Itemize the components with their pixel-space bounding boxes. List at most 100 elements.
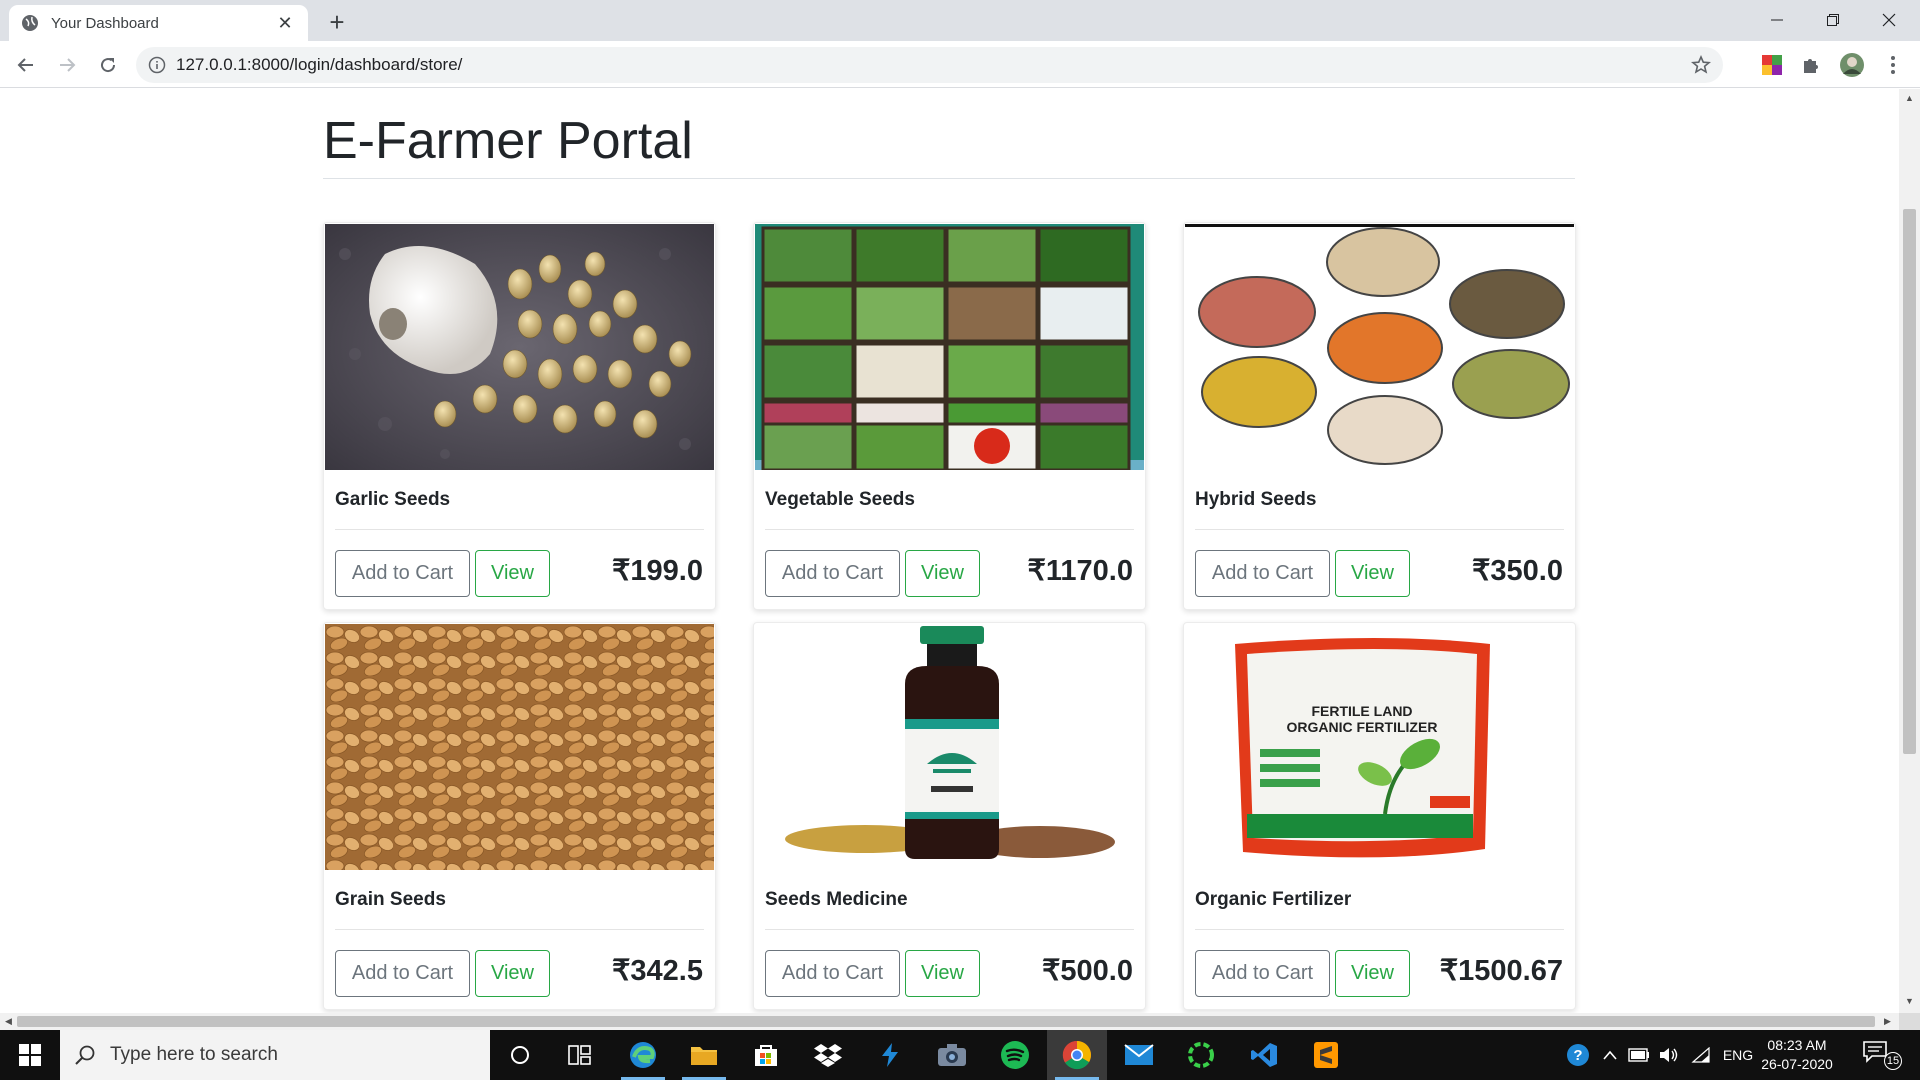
cortana-icon[interactable]: [490, 1030, 550, 1080]
volume-icon[interactable]: [1656, 1030, 1682, 1080]
close-tab-icon[interactable]: ✕: [274, 12, 296, 34]
chrome-icon[interactable]: [1047, 1030, 1107, 1080]
scroll-right-arrow-icon[interactable]: ▶: [1884, 1016, 1891, 1027]
ring-app-icon[interactable]: [1171, 1030, 1231, 1080]
product-price: ₹1170.0: [1027, 555, 1133, 587]
reload-icon[interactable]: [91, 48, 125, 82]
card-divider: [765, 529, 1134, 530]
profile-avatar[interactable]: [1838, 51, 1866, 79]
card-divider: [1195, 929, 1564, 930]
search-placeholder: Type here to search: [110, 1044, 278, 1065]
task-view-icon[interactable]: [550, 1030, 610, 1080]
product-name: Vegetable Seeds: [765, 489, 915, 510]
product-name: Garlic Seeds: [335, 489, 451, 510]
globe-icon: [21, 14, 39, 32]
page-viewport: E-Farmer Portal Garlic Seeds Add to Cart…: [0, 89, 1899, 1013]
visual-studio-icon[interactable]: [860, 1030, 920, 1080]
vscode-icon[interactable]: [1234, 1030, 1294, 1080]
dropbox-icon[interactable]: [798, 1030, 858, 1080]
product-price: ₹1500.67: [1439, 955, 1563, 987]
horizontal-scrollbar[interactable]: ◀ ▶: [0, 1013, 1899, 1030]
minimize-button[interactable]: [1749, 0, 1805, 40]
file-explorer-icon[interactable]: [674, 1030, 734, 1080]
back-arrow-icon[interactable]: [9, 48, 43, 82]
vertical-scroll-thumb[interactable]: [1903, 209, 1916, 754]
windows-start-icon[interactable]: [0, 1030, 60, 1080]
scroll-left-arrow-icon[interactable]: ◀: [5, 1016, 12, 1027]
kebab-menu-icon[interactable]: [1879, 51, 1907, 79]
add-to-cart-button[interactable]: Add to Cart: [335, 950, 470, 997]
scroll-down-arrow-icon[interactable]: ▼: [1904, 996, 1915, 1007]
clock-date: 26-07-2020: [1761, 1056, 1833, 1072]
taskbar-clock[interactable]: 08:23 AM 26-07-2020: [1752, 1036, 1842, 1074]
product-card: Vegetable Seeds Add to Cart View ₹1170.0: [753, 222, 1146, 610]
product-name: Seeds Medicine: [765, 889, 908, 910]
organic-fertilizer-image: FERTILE LAND ORGANIC FERTILIZER: [1185, 624, 1574, 870]
page-title: E-Farmer Portal: [323, 112, 693, 170]
mail-icon[interactable]: [1109, 1030, 1169, 1080]
product-card: Seeds Medicine Add to Cart View ₹500.0: [753, 622, 1146, 1010]
battery-icon[interactable]: [1626, 1030, 1652, 1080]
hybrid-seeds-image: [1185, 224, 1574, 470]
taskbar-search-box[interactable]: Type here to search: [60, 1030, 490, 1080]
product-price: ₹350.0: [1471, 555, 1563, 587]
vegetable-seeds-image: [755, 224, 1144, 470]
svg-text:?: ?: [1573, 1047, 1582, 1064]
notification-count-badge: 15: [1884, 1052, 1902, 1070]
extensions-puzzle-icon[interactable]: [1797, 51, 1825, 79]
horizontal-scroll-thumb[interactable]: [17, 1016, 1875, 1027]
product-name: Hybrid Seeds: [1195, 489, 1317, 510]
view-button[interactable]: View: [1335, 550, 1410, 597]
scroll-up-arrow-icon[interactable]: ▲: [1904, 93, 1915, 104]
help-icon[interactable]: ?: [1560, 1030, 1596, 1080]
info-icon[interactable]: [148, 56, 166, 74]
sublime-text-icon[interactable]: [1296, 1030, 1356, 1080]
edge-icon[interactable]: [613, 1030, 673, 1080]
extension-colorful-icon[interactable]: [1758, 51, 1786, 79]
add-to-cart-button[interactable]: Add to Cart: [1195, 550, 1330, 597]
browser-toolbar: 127.0.0.1:8000/login/dashboard/store/: [0, 41, 1920, 88]
view-button[interactable]: View: [905, 950, 980, 997]
product-card: Grain Seeds Add to Cart View ₹342.5: [323, 622, 716, 1010]
garlic-seeds-image: [325, 224, 714, 470]
seeds-medicine-image: [755, 624, 1144, 870]
windows-taskbar: Type here to search ? ENG 08:23 AM 26-07…: [0, 1030, 1920, 1080]
search-icon: [74, 1044, 96, 1066]
address-bar[interactable]: 127.0.0.1:8000/login/dashboard/store/: [136, 47, 1723, 83]
product-price: ₹500.0: [1041, 955, 1133, 987]
new-tab-button[interactable]: +: [322, 7, 352, 37]
add-to-cart-button[interactable]: Add to Cart: [1195, 950, 1330, 997]
restore-button[interactable]: [1805, 0, 1861, 40]
view-button[interactable]: View: [1335, 950, 1410, 997]
add-to-cart-button[interactable]: Add to Cart: [765, 550, 900, 597]
add-to-cart-button[interactable]: Add to Cart: [765, 950, 900, 997]
close-window-button[interactable]: [1861, 0, 1917, 40]
url-text[interactable]: 127.0.0.1:8000/login/dashboard/store/: [176, 55, 1687, 75]
add-to-cart-button[interactable]: Add to Cart: [335, 550, 470, 597]
grain-seeds-image: [325, 624, 714, 870]
vertical-scrollbar[interactable]: ▲ ▼: [1899, 89, 1920, 1013]
browser-tab[interactable]: Your Dashboard ✕: [9, 5, 308, 41]
forward-arrow-icon[interactable]: [50, 48, 84, 82]
view-button[interactable]: View: [905, 550, 980, 597]
bookmark-star-icon[interactable]: [1687, 51, 1715, 79]
view-button[interactable]: View: [475, 950, 550, 997]
card-divider: [765, 929, 1134, 930]
wifi-icon[interactable]: [1688, 1030, 1714, 1080]
title-divider: [323, 178, 1575, 179]
product-card: Hybrid Seeds Add to Cart View ₹350.0: [1183, 222, 1576, 610]
store-icon[interactable]: [736, 1030, 796, 1080]
card-divider: [335, 529, 704, 530]
product-name: Organic Fertilizer: [1195, 889, 1352, 910]
fertilizer-line1: FERTILE LAND: [1311, 703, 1412, 719]
notification-center-icon[interactable]: 15: [1862, 1040, 1902, 1070]
view-button[interactable]: View: [475, 550, 550, 597]
spotify-icon[interactable]: [985, 1030, 1045, 1080]
product-card: FERTILE LAND ORGANIC FERTILIZER Organic …: [1183, 622, 1576, 1010]
chevron-up-icon[interactable]: [1600, 1030, 1620, 1080]
product-price: ₹199.0: [611, 555, 703, 587]
scrollbar-corner: [1899, 1013, 1920, 1030]
camera-icon[interactable]: [922, 1030, 982, 1080]
clock-time: 08:23 AM: [1767, 1037, 1827, 1053]
card-divider: [1195, 529, 1564, 530]
